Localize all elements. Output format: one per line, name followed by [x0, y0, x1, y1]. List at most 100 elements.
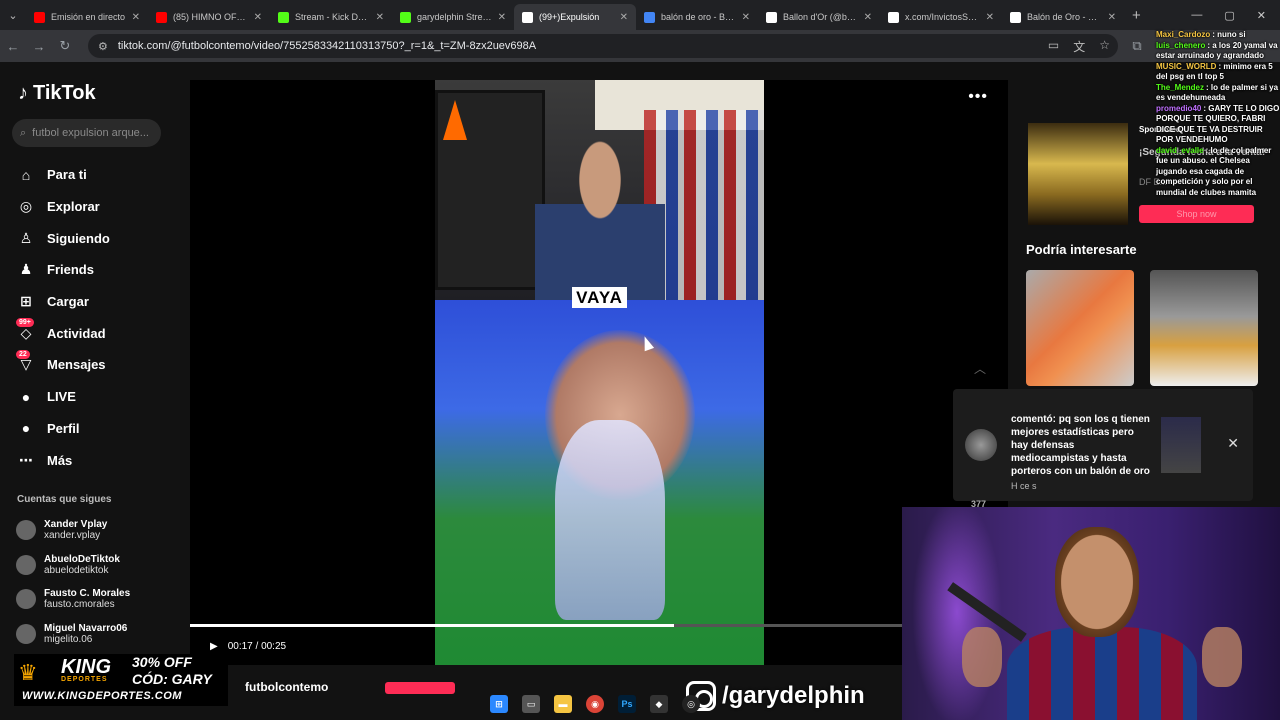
account-name: AbueloDeTiktok [44, 553, 120, 565]
obs-icon[interactable]: ◎ [682, 695, 700, 713]
site-info-icon[interactable]: ⚙ [98, 40, 108, 53]
nav-item-para-ti[interactable]: ⌂ Para ti [18, 159, 110, 191]
crown-icon: ♛ [18, 660, 38, 685]
video-progress-bar[interactable] [190, 624, 902, 627]
nav-label: Actividad [47, 325, 106, 341]
avatar [16, 589, 36, 610]
search-placeholder: futbol expulsion arque... [32, 127, 149, 139]
chat-username: david_evalle [1156, 145, 1204, 155]
nav-item-perfil[interactable]: ● Perfil [18, 413, 110, 445]
tab-close-icon[interactable]: ✕ [254, 12, 262, 23]
tab-close-icon[interactable]: ✕ [620, 12, 628, 23]
search-input[interactable]: ⌕ futbol expulsion arque... [12, 119, 161, 147]
tab-title: Stream - Kick Dash [295, 12, 370, 22]
followed-account[interactable]: AbueloDeTiktok abuelodetiktok [16, 548, 130, 583]
tab-search-icon[interactable]: ⌄ [0, 0, 26, 30]
avatar [16, 623, 36, 644]
tab-close-icon[interactable]: ✕ [132, 12, 140, 23]
suggested-video-1[interactable] [1026, 270, 1134, 386]
offer-line-1: 30% OFF [132, 654, 192, 670]
nav-item-más[interactable]: ⋯ Más [18, 444, 110, 476]
tab-title: garydelphin Stream [417, 12, 492, 22]
following-icon: ♙ [19, 229, 33, 246]
account-handle: xander.vplay [44, 530, 101, 542]
browser-tab[interactable]: Balón de Oro - Wiki ✕ [1002, 4, 1124, 30]
nav-label: Más [47, 452, 73, 468]
suggested-video-2[interactable] [1150, 270, 1258, 386]
followed-account[interactable]: Xander Vplay xander.vplay [16, 513, 130, 548]
browser-tab[interactable]: Stream - Kick Dash ✕ [270, 4, 392, 30]
tab-close-icon[interactable]: ✕ [864, 12, 872, 23]
nav-item-actividad[interactable]: ◇ 99+ Actividad [16, 317, 110, 349]
tab-close-icon[interactable]: ✕ [498, 12, 506, 23]
shop-now-button[interactable]: Shop now [1139, 205, 1254, 223]
chat-username: The_Mendez [1156, 82, 1205, 92]
video-author[interactable]: futbolcontemo [245, 680, 328, 694]
tab-title: Balón de Oro - Wiki [1027, 12, 1102, 22]
tab-title: (85) HIMNO OFICIAL [173, 12, 248, 22]
more-options-icon[interactable]: ••• [968, 88, 988, 106]
tab-close-icon[interactable]: ✕ [742, 12, 750, 23]
tab-close-icon[interactable]: ✕ [986, 12, 994, 23]
nav-item-siguiendo[interactable]: ♙ Siguiendo [18, 222, 110, 254]
tab-close-icon[interactable]: ✕ [376, 12, 384, 23]
offer-line-2: CÓD: GARY [132, 671, 212, 687]
video-player[interactable]: VAYA ••• ︿ ▶ 00:17 / 00:25 futbolcontemo [190, 80, 1008, 694]
youtube-icon [156, 11, 167, 23]
followed-account[interactable]: Miguel Navarro06 migelito.06 [16, 617, 130, 652]
browser-tab[interactable]: garydelphin Stream ✕ [392, 4, 514, 30]
address-bar: ← → ↻ ⚙ tiktok.com/@futbolcontemo/video/… [0, 30, 1280, 62]
reload-icon[interactable]: ↻ [52, 38, 78, 54]
time-text: 00:17 / 00:25 [227, 641, 287, 652]
browser-tab[interactable]: balón de oro - Busc ✕ [636, 4, 758, 30]
nav-item-cargar[interactable]: ⊞ Cargar [18, 286, 110, 318]
sponsored-thumbnail[interactable] [1028, 123, 1128, 225]
x-icon [888, 11, 899, 23]
url-field[interactable]: ⚙ tiktok.com/@futbolcontemo/video/755258… [88, 34, 1118, 58]
close-window-icon[interactable]: ✕ [1257, 9, 1266, 22]
nav-item-explorar[interactable]: ◎ Explorar [18, 191, 110, 223]
forward-icon[interactable]: → [26, 39, 52, 54]
tiktok-logo[interactable]: ♪ TikTok [18, 82, 96, 105]
maximize-icon[interactable]: ▢ [1224, 9, 1234, 22]
tab-close-icon[interactable]: ✕ [1108, 12, 1116, 23]
extensions-icon[interactable]: ⧉ [1124, 38, 1150, 54]
interest-header: Podría interesarte [1026, 242, 1137, 257]
browser-tab[interactable]: (85) HIMNO OFICIAL ✕ [148, 4, 270, 30]
chevron-up-icon[interactable]: ︿ [974, 360, 986, 377]
file-explorer-icon[interactable]: ▬ [554, 695, 572, 713]
logo-text: TikTok [33, 82, 96, 104]
chrome-icon[interactable]: ◉ [586, 695, 604, 713]
avatar [16, 554, 36, 575]
caption-text: VAYA [572, 287, 627, 308]
windows-taskbar: ⊞ ▭ ▬ ◉ Ps ◆ ◎ [490, 690, 700, 718]
nav-label: LIVE [47, 389, 76, 405]
tab-title: Ballon d'Or (@ballo [783, 12, 858, 22]
nav-item-live[interactable]: ● LIVE [18, 381, 110, 413]
play-icon[interactable]: ▶ [210, 641, 218, 652]
tiktok-icon [522, 11, 533, 23]
translate-icon[interactable]: 文 [1073, 38, 1085, 55]
youtube-icon [34, 11, 45, 23]
new-tab-button[interactable]: + [1132, 7, 1141, 24]
browser-tab[interactable]: (99+)Expulsión ✕ [514, 4, 636, 30]
followed-account[interactable]: Fausto C. Morales fausto.cmorales [16, 582, 130, 617]
comment-thumbnail [1161, 417, 1201, 473]
browser-tab[interactable]: Emisión en directo ✕ [26, 4, 148, 30]
nav-item-friends[interactable]: ♟ Friends [18, 254, 110, 286]
windows-start-icon[interactable]: ⊞ [490, 695, 508, 713]
minimize-icon[interactable]: — [1191, 9, 1202, 22]
browser-tab[interactable]: Ballon d'Or (@ballo ✕ [758, 4, 880, 30]
photoshop-icon[interactable]: Ps [618, 695, 636, 713]
cast-icon[interactable]: ▭ [1048, 38, 1059, 55]
task-view-icon[interactable]: ▭ [522, 695, 540, 713]
close-icon[interactable]: ✕ [1227, 435, 1239, 452]
browser-tab[interactable]: x.com/InvictosSom ✕ [880, 4, 1002, 30]
nav-item-mensajes[interactable]: ▽ 22 Mensajes [16, 349, 110, 381]
app-icon[interactable]: ◆ [650, 695, 668, 713]
back-icon[interactable]: ← [0, 39, 26, 54]
bookmark-star-icon[interactable]: ☆ [1099, 38, 1110, 55]
video-frame[interactable]: VAYA [435, 80, 764, 665]
account-handle: abuelodetiktok [44, 564, 109, 576]
follow-button[interactable] [385, 682, 455, 694]
